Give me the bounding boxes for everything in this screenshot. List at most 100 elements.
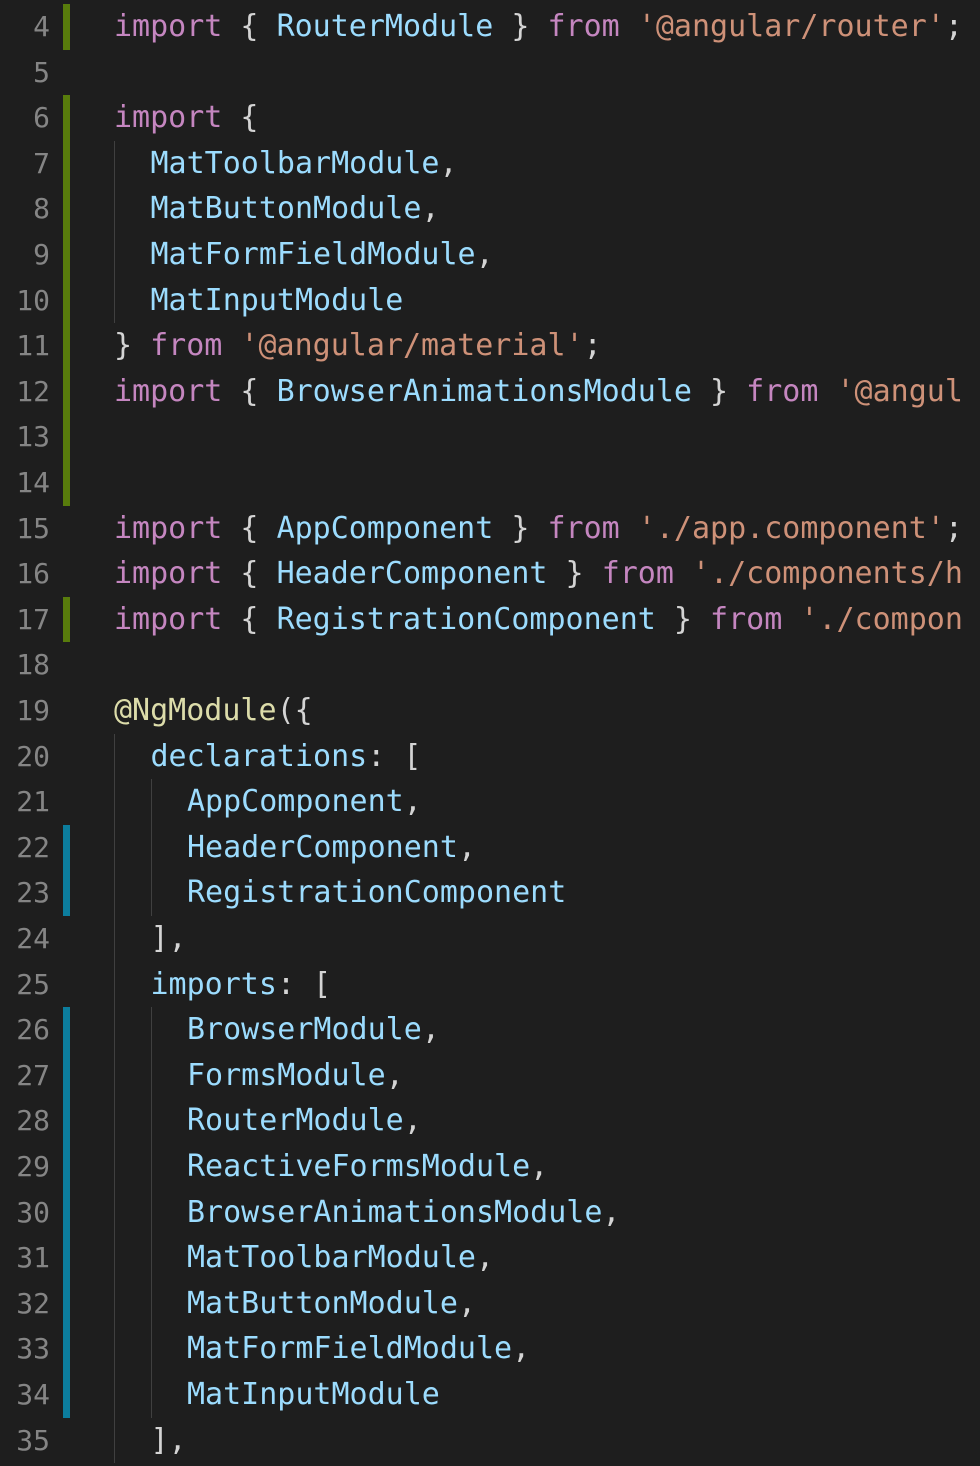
line-number: 21: [16, 785, 50, 819]
added-change-marker[interactable]: [63, 277, 70, 324]
line-number: 32: [16, 1286, 50, 1320]
added-change-marker[interactable]: [63, 140, 70, 187]
code-line[interactable]: 14: [0, 460, 980, 506]
line-number: 7: [33, 146, 50, 180]
modified-change-marker[interactable]: [63, 1144, 70, 1190]
code-line[interactable]: 24],: [0, 916, 980, 962]
token-id: AppComponent: [187, 784, 404, 820]
line-number: 10: [16, 283, 50, 317]
token-str: './app.component': [637, 510, 945, 546]
line-code: HeaderComponent,: [187, 825, 476, 871]
code-line[interactable]: 16 import { HeaderComponent } from './com…: [0, 551, 980, 597]
token-id: RouterModule: [276, 9, 494, 44]
code-line[interactable]: 4 import { RouterModule } from '@angular/…: [0, 4, 980, 50]
line-code: MatInputModule: [187, 1372, 440, 1418]
token-id: BrowserAnimationsModule: [187, 1194, 603, 1230]
modified-change-marker[interactable]: [63, 1235, 70, 1281]
code-line[interactable]: 33 MatFormFieldModule,: [0, 1326, 980, 1372]
token-punc: {: [222, 100, 259, 136]
token-punc: ,: [475, 1240, 495, 1276]
token-punc: ({: [276, 693, 313, 728]
token-kw: from: [547, 510, 620, 546]
modified-change-marker[interactable]: [63, 1326, 70, 1372]
line-code: declarations: [: [151, 734, 422, 780]
line-number: 22: [16, 830, 50, 864]
added-change-marker[interactable]: [63, 323, 70, 369]
indent-guide: [150, 1326, 152, 1372]
token-str: '@angular/router': [637, 9, 945, 44]
line-code: import { AppComponent } from './app.comp…: [114, 506, 963, 552]
token-punc: {: [222, 9, 277, 44]
code-line[interactable]: 27 FormsModule,: [0, 1052, 980, 1099]
line-number: 18: [16, 648, 50, 682]
token-punc: ,: [403, 1103, 422, 1139]
token-punc: [620, 9, 638, 44]
code-line[interactable]: 26 BrowserModule,: [0, 1007, 980, 1053]
code-line[interactable]: 34 MatInputModule: [0, 1372, 980, 1418]
added-change-marker[interactable]: [63, 186, 70, 232]
modified-change-marker[interactable]: [63, 824, 70, 871]
code-line[interactable]: 15 import { AppComponent } from './app.co…: [0, 506, 980, 552]
code-line[interactable]: 18: [0, 642, 980, 688]
added-change-marker[interactable]: [63, 596, 70, 643]
code-line[interactable]: 12 import { BrowserAnimationsModule } fro…: [0, 368, 980, 415]
added-change-marker[interactable]: [63, 95, 70, 141]
token-punc: }: [691, 373, 747, 409]
code-line[interactable]: 10 MatInputModule: [0, 277, 980, 324]
code-line[interactable]: 30 BrowserAnimationsModule,: [0, 1189, 980, 1236]
indent-guide: [150, 1280, 152, 1327]
code-line[interactable]: 29 ReactiveFormsModule,: [0, 1144, 980, 1190]
added-change-marker[interactable]: [63, 368, 70, 415]
code-line[interactable]: 7 MatToolbarModule,: [0, 140, 980, 187]
modified-change-marker[interactable]: [63, 1098, 70, 1144]
line-code: MatToolbarModule,: [187, 1235, 494, 1281]
token-kw: from: [150, 328, 223, 364]
line-number: 6: [33, 101, 50, 135]
code-line[interactable]: 28 RouterModule,: [0, 1098, 980, 1144]
token-punc: ,: [530, 1149, 549, 1184]
token-id: MatFormFieldModule: [187, 1331, 513, 1367]
code-line[interactable]: 21 AppComponent,: [0, 779, 980, 825]
modified-change-marker[interactable]: [63, 1052, 70, 1099]
code-line[interactable]: 19 @NgModule({: [0, 688, 980, 734]
code-line[interactable]: 31 MatToolbarModule,: [0, 1235, 980, 1281]
token-punc: }: [493, 510, 548, 546]
code-line[interactable]: 8 MatButtonModule,: [0, 186, 980, 232]
code-line[interactable]: 22 HeaderComponent,: [0, 824, 980, 871]
added-change-marker[interactable]: [63, 414, 70, 460]
indent-guide: [150, 824, 152, 871]
token-id: AppComponent: [276, 510, 494, 546]
token-id: RouterModule: [187, 1103, 404, 1139]
code-line[interactable]: 5: [0, 50, 980, 96]
code-line[interactable]: 23 RegistrationComponent: [0, 870, 980, 916]
indent-guide: [114, 1189, 115, 1236]
modified-change-marker[interactable]: [63, 1189, 70, 1236]
code-line[interactable]: 32 MatButtonModule,: [0, 1280, 980, 1327]
code-line[interactable]: 17 import { RegistrationComponent } from …: [0, 596, 980, 643]
code-line[interactable]: 11} from '@angular/material';: [0, 323, 980, 369]
modified-change-marker[interactable]: [63, 1372, 70, 1418]
code-line[interactable]: 35],: [0, 1417, 980, 1464]
token-punc: ,: [457, 1285, 476, 1321]
code-editor[interactable]: 4 import { RouterModule } from '@angular/…: [0, 0, 980, 1466]
code-line[interactable]: 25 imports: [: [0, 961, 980, 1008]
indent-guide: [114, 277, 115, 324]
token-str: './compon: [800, 601, 963, 637]
line-number: 9: [33, 238, 50, 271]
line-number: 26: [16, 1013, 50, 1047]
modified-change-marker[interactable]: [63, 870, 70, 916]
added-change-marker[interactable]: [63, 4, 70, 50]
code-line[interactable]: 13: [0, 414, 980, 460]
code-line[interactable]: 20 declarations: [: [0, 733, 980, 780]
code-line[interactable]: 9 MatFormFieldModule,: [0, 232, 980, 278]
token-id: HeaderComponent: [187, 829, 458, 865]
modified-change-marker[interactable]: [63, 1007, 70, 1053]
code-line[interactable]: 6 import {: [0, 95, 980, 141]
line-number: 11: [16, 329, 50, 363]
added-change-marker[interactable]: [63, 460, 70, 506]
token-id: BrowserModule: [187, 1012, 422, 1048]
modified-change-marker[interactable]: [63, 1280, 70, 1327]
line-number: 8: [33, 192, 50, 226]
indent-guide: [114, 1280, 115, 1327]
added-change-marker[interactable]: [63, 232, 70, 278]
